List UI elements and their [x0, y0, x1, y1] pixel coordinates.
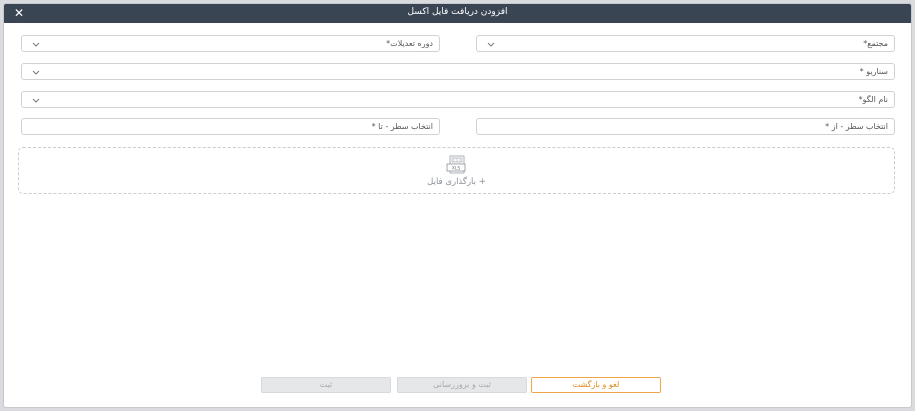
dialog-titlebar: ✕ افزودن دریافت فایل اکسل — [4, 4, 911, 23]
scenario-select[interactable]: سناریو * — [21, 63, 895, 80]
chevron-down-icon — [32, 98, 40, 103]
complex-label: مجتمع* — [863, 39, 888, 48]
adjustment-period-select[interactable]: دوره تعدیلات* — [21, 35, 440, 52]
complex-select[interactable]: مجتمع* — [476, 35, 895, 52]
chevron-down-icon — [487, 42, 495, 47]
row-from-input[interactable]: انتخاب سطر - از * — [476, 118, 895, 135]
chevron-down-icon — [32, 42, 40, 47]
template-name-label: نام الگو* — [858, 95, 888, 104]
row-from-label: انتخاب سطر - از * — [825, 122, 888, 131]
template-name-select[interactable]: نام الگو* — [21, 91, 895, 108]
scenario-label: سناریو * — [859, 67, 888, 76]
adjustment-period-label: دوره تعدیلات* — [386, 39, 433, 48]
cancel-back-button[interactable]: لغو و بازگشت — [531, 377, 661, 393]
save-button[interactable]: ثبت — [261, 377, 391, 393]
chevron-down-icon — [32, 70, 40, 75]
xls-file-icon: XLS — [446, 155, 466, 174]
upload-label: + بارگذاری فایل — [427, 177, 486, 187]
row-to-input[interactable]: انتخاب سطر - تا * — [21, 118, 440, 135]
row-to-label: انتخاب سطر - تا * — [371, 122, 433, 131]
excel-import-dialog: ✕ افزودن دریافت فایل اکسل مجتمع* دوره تع… — [3, 3, 912, 408]
file-upload-dropzone[interactable]: XLS + بارگذاری فایل — [18, 147, 895, 194]
dialog-title: افزودن دریافت فایل اکسل — [407, 7, 508, 17]
save-update-button[interactable]: ثبت و بروزرسانی — [397, 377, 527, 393]
svg-text:XLS: XLS — [452, 166, 461, 172]
